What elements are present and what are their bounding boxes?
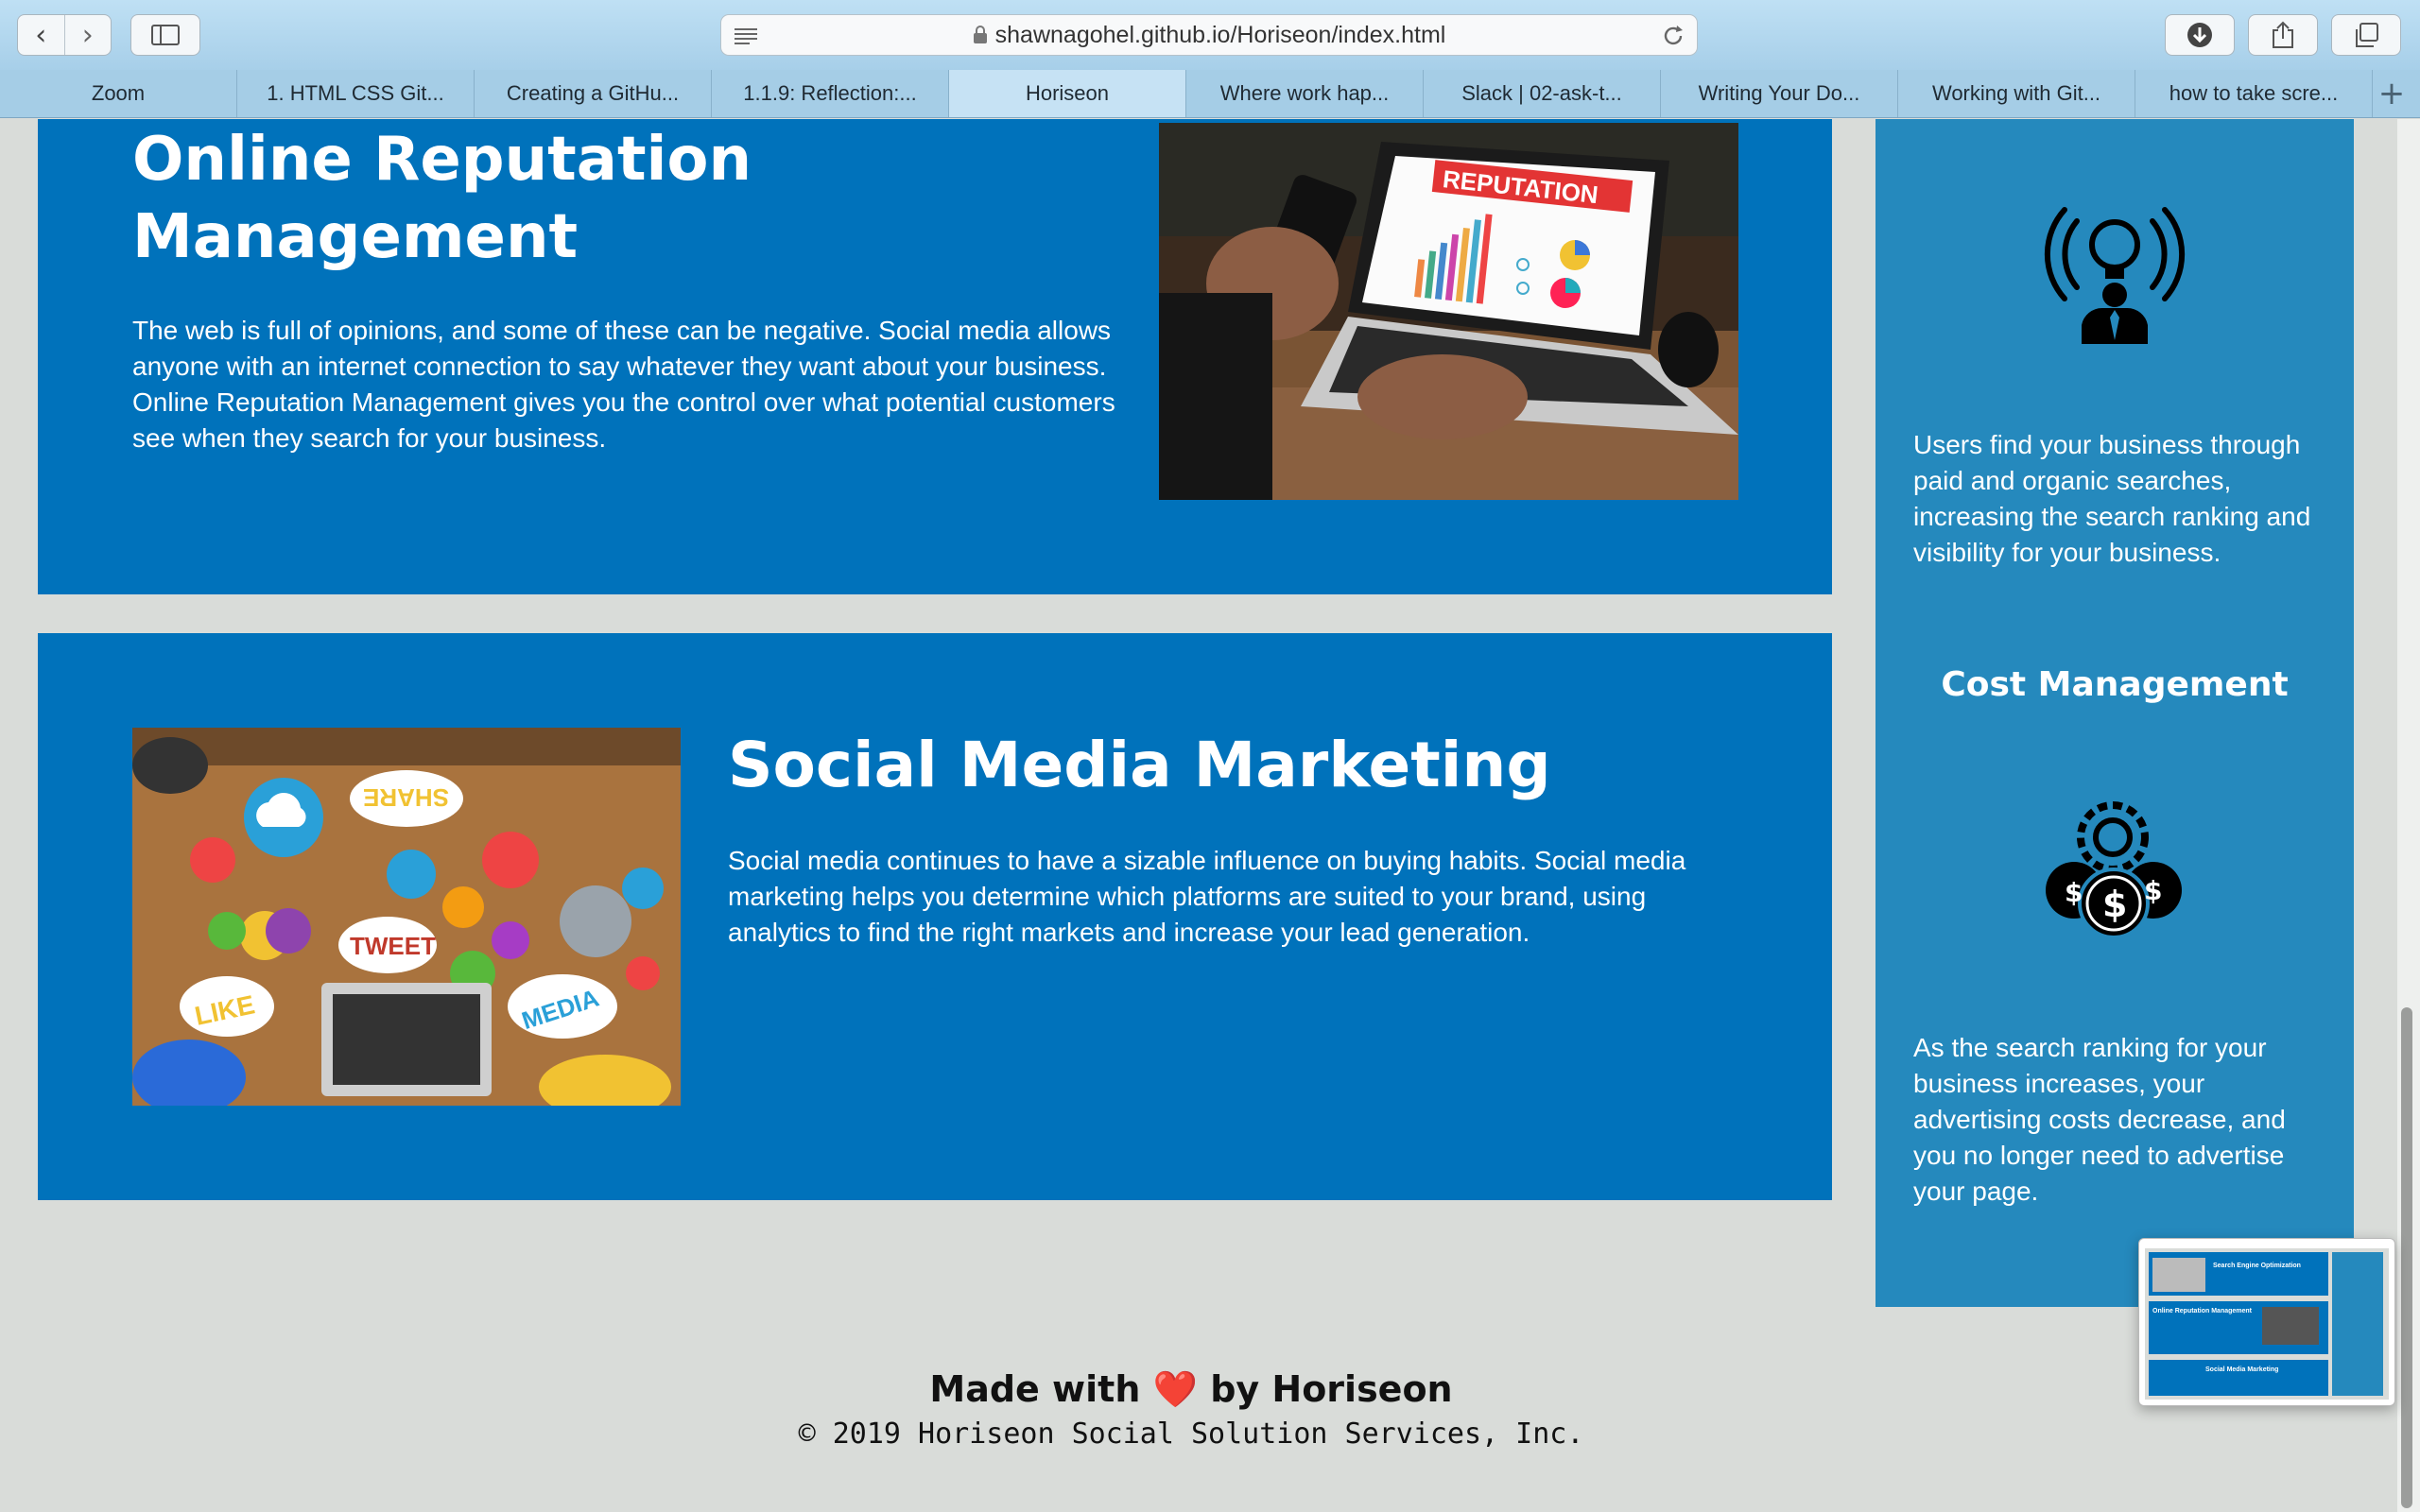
reputation-image: REPUTATION — [1159, 123, 1738, 500]
tab-1[interactable]: Zoom — [0, 70, 237, 117]
cost-management-icon: $ $ $ — [2046, 801, 2182, 939]
tabs-icon — [2356, 23, 2378, 47]
preview-orm-title: Online Reputation Management — [2152, 1308, 2253, 1314]
lead-generation-text: Users find your business through paid an… — [1913, 430, 2311, 567]
footer-copyright: © 2019 Horiseon Social Solution Services… — [798, 1418, 1584, 1451]
reputation-title: Online Reputation Management — [132, 125, 752, 272]
forward-icon[interactable]: › — [65, 15, 112, 55]
screenshot-preview[interactable]: Search Engine Optimization Online Reputa… — [2138, 1238, 2395, 1406]
share-icon — [2273, 21, 2293, 48]
preview-smm-title: Social Media Marketing — [2205, 1366, 2278, 1373]
tab-3[interactable]: Creating a GitHu... — [475, 70, 712, 117]
new-tab-icon[interactable]: + — [2373, 70, 2411, 117]
share-bubble: SHARE — [363, 783, 449, 812]
svg-text:$: $ — [2065, 877, 2083, 908]
tab-4[interactable]: 1.1.9: Reflection:... — [712, 70, 949, 117]
reload-icon[interactable] — [1661, 24, 1685, 48]
browser-toolbar: ‹ › shawnagohel.github.io/Horiseon/index… — [0, 0, 2420, 71]
url-text: shawnagohel.github.io/Horiseon/index.htm… — [721, 15, 1697, 55]
scrollbar-thumb[interactable] — [2401, 1007, 2412, 1508]
social-media-title: Social Media Marketing — [728, 729, 1551, 801]
lead-generation-icon — [2044, 207, 2186, 344]
reputation-text: The web is full of opinions, and some of… — [132, 316, 1115, 453]
url-value: shawnagohel.github.io/Horiseon/index.htm… — [994, 22, 1446, 48]
tab-5[interactable]: Horiseon — [949, 70, 1186, 117]
tab-10[interactable]: how to take scre... — [2135, 70, 2373, 117]
downloads-button[interactable] — [2165, 14, 2235, 56]
share-button[interactable] — [2248, 14, 2318, 56]
tweet-bubble: TWEET — [350, 932, 436, 960]
benefits-sidebar: Users find your business through paid an… — [1876, 119, 2354, 1307]
tab-9[interactable]: Working with Git... — [1898, 70, 2135, 117]
social-media-image: SHARE TWEET LIKE MEDIA — [132, 728, 681, 1106]
cost-management-text: As the search ranking for your business … — [1913, 1033, 2286, 1206]
tab-8[interactable]: Writing Your Do... — [1661, 70, 1898, 117]
address-bar[interactable]: shawnagohel.github.io/Horiseon/index.htm… — [720, 14, 1698, 56]
back-icon[interactable]: ‹ — [18, 15, 65, 55]
lock-icon — [973, 26, 987, 43]
social-media-text: Social media continues to have a sizable… — [728, 846, 1686, 947]
tab-6[interactable]: Where work hap... — [1186, 70, 1424, 117]
footer-made-prefix: Made with — [929, 1368, 1141, 1410]
tab-7[interactable]: Slack | 02-ask-t... — [1424, 70, 1661, 117]
heart-icon: ❤️ — [1152, 1368, 1198, 1410]
footer-made-suffix: by Horiseon — [1210, 1368, 1453, 1410]
history-nav: ‹ › — [17, 14, 112, 56]
sidebar-toggle-button[interactable] — [130, 14, 200, 56]
tab-2[interactable]: 1. HTML CSS Git... — [237, 70, 475, 117]
download-icon — [2187, 23, 2212, 47]
footer-made-with: Made with ❤️ by Horiseon — [0, 1368, 2382, 1411]
sidebar-icon — [151, 25, 180, 45]
reputation-section: Online Reputation Management The web is … — [38, 119, 1832, 594]
svg-text:$: $ — [2144, 875, 2162, 906]
preview-seo-title: Search Engine Optimization — [2213, 1263, 2301, 1269]
cost-management-title: Cost Management — [1941, 665, 2289, 704]
tab-bar: Zoom 1. HTML CSS Git... Creating a GitHu..… — [0, 70, 2420, 118]
social-media-section: SHARE TWEET LIKE MEDIA Social Media Mark… — [38, 633, 1832, 1200]
svg-text:$: $ — [2102, 884, 2127, 925]
tab-overview-button[interactable] — [2331, 14, 2401, 56]
